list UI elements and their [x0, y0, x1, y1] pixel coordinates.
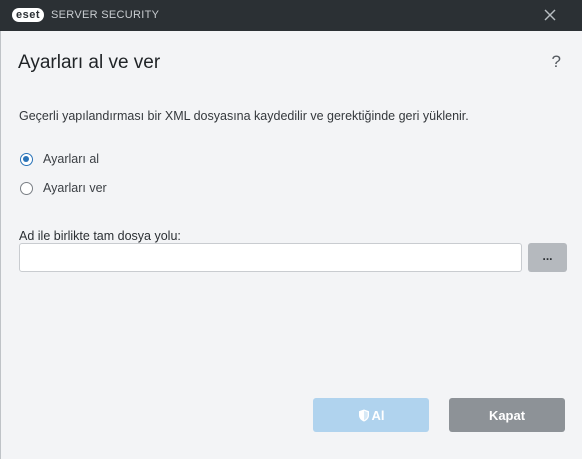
- close-button[interactable]: Kapat: [449, 398, 565, 432]
- description-text: Geçerli yapılandırması bir XML dosyasına…: [19, 109, 469, 123]
- import-button[interactable]: Al: [313, 398, 429, 432]
- radio-label-export: Ayarları ver: [43, 181, 107, 195]
- product-name: SERVER SECURITY: [51, 9, 160, 21]
- radio-button-checked[interactable]: [20, 152, 33, 166]
- radio-label-import: Ayarları al: [43, 152, 100, 166]
- shield-icon: [358, 409, 369, 421]
- title-bar[interactable]: eset SERVER SECURITY: [0, 0, 582, 31]
- browse-button[interactable]: ...: [528, 243, 567, 272]
- settings-import-export-window: eset SERVER SECURITY Ayarları al ve ver …: [0, 0, 582, 459]
- help-icon[interactable]: ?: [552, 52, 561, 72]
- radio-export-settings[interactable]: Ayarları ver: [20, 181, 107, 195]
- logo-badge: eset: [12, 8, 45, 22]
- import-button-label: Al: [371, 407, 385, 423]
- window-border: [0, 31, 1, 459]
- page-title: Ayarları al ve ver: [18, 52, 161, 73]
- file-path-label: Ad ile birlikte tam dosya yolu:: [19, 229, 181, 243]
- eset-logo: eset SERVER SECURITY: [12, 8, 159, 22]
- radio-import-settings[interactable]: Ayarları al: [20, 152, 99, 166]
- file-path-input[interactable]: [19, 243, 522, 272]
- close-button-label: Kapat: [488, 407, 526, 423]
- close-icon[interactable]: [542, 7, 558, 23]
- radio-button-unchecked[interactable]: [20, 181, 33, 195]
